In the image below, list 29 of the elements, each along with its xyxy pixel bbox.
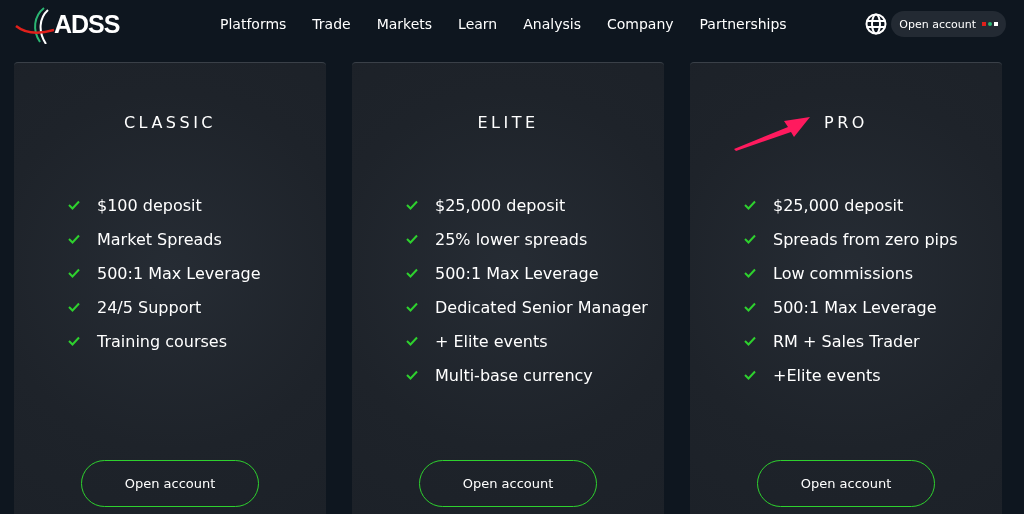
feature-text: $25,000 deposit xyxy=(435,195,566,215)
nav-link[interactable]: Trade xyxy=(312,16,351,32)
nav-link[interactable]: Company xyxy=(606,16,674,32)
feature-text: Training courses xyxy=(97,331,228,351)
feature-text: Dedicated Senior Manager xyxy=(435,297,648,317)
feature-text: 500:1 Max Leverage xyxy=(435,263,599,283)
plan-title: CLASSIC xyxy=(123,113,217,132)
feature-text: Market Spreads xyxy=(97,229,222,249)
plan-title: PRO xyxy=(824,113,868,132)
feature-text: + Elite events xyxy=(435,331,548,351)
feature-text: $100 deposit xyxy=(97,195,202,215)
nav-link[interactable]: Analysis xyxy=(523,16,581,32)
feature-text: RM + Sales Trader xyxy=(773,331,920,351)
feature-text: 500:1 Max Leverage xyxy=(773,297,937,317)
feature-text: 25% lower spreads xyxy=(435,229,588,249)
feature-text: Low commissions xyxy=(773,263,914,283)
feature-text: $25,000 deposit xyxy=(773,195,904,215)
plan-title: ELITE xyxy=(477,113,539,132)
feature-text: 500:1 Max Leverage xyxy=(97,263,261,283)
nav-link[interactable]: Learn xyxy=(458,16,498,32)
logo-text[interactable]: ADSS xyxy=(54,9,120,39)
open-account-button[interactable]: Open account xyxy=(891,11,1006,37)
nav-link[interactable]: Partnerships xyxy=(699,16,787,32)
nav-link[interactable]: Platforms xyxy=(220,16,287,32)
feature-text: Multi-base currency xyxy=(435,365,593,385)
feature-text: +Elite events xyxy=(773,365,881,385)
feature-text: 24/5 Support xyxy=(97,297,202,317)
feature-text: Spreads from zero pips xyxy=(773,229,958,249)
nav-link[interactable]: Markets xyxy=(376,16,433,32)
